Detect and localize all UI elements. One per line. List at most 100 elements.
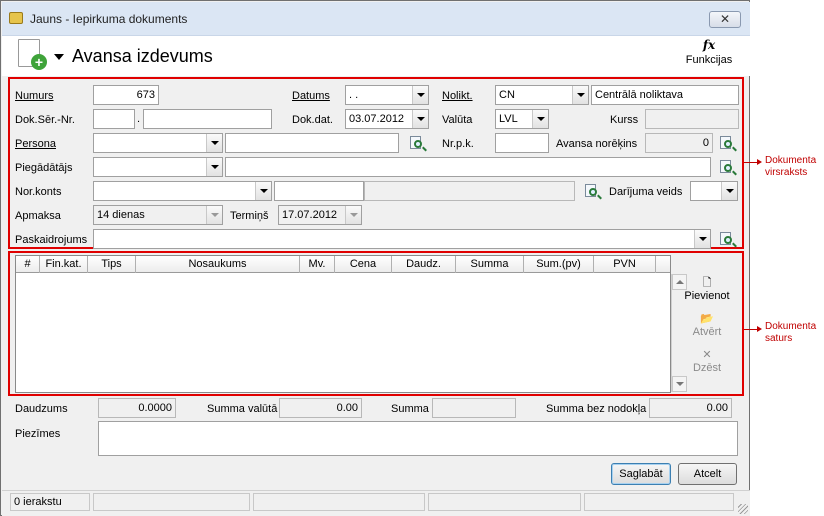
delete-x-icon: ✕ (702, 349, 712, 361)
numurs-field[interactable]: 673 (93, 85, 159, 105)
dok-number-field[interactable] (143, 109, 272, 129)
column-header[interactable]: Tips (88, 256, 136, 273)
piezimes-label: Piezīmes (15, 428, 61, 440)
termins-picker: 17.07.2012 (278, 205, 362, 225)
document-header: + Avansa izdevums fx Funkcijas (2, 36, 750, 76)
open-folder-icon: 📂 (700, 313, 714, 325)
datums-value: . . (349, 89, 359, 101)
dok-dat-picker[interactable]: 03.07.2012 (345, 109, 429, 129)
column-header[interactable]: Sum.(pv) (524, 256, 594, 273)
lookup-icon[interactable] (584, 183, 600, 199)
content-annotation-line: Dokumenta (765, 321, 817, 332)
kurss-field (645, 109, 739, 129)
numurs-label: Numurs (15, 90, 54, 102)
lookup-icon[interactable] (719, 135, 735, 151)
dok-separator: . (137, 113, 141, 125)
chevron-down-icon[interactable] (721, 182, 737, 200)
column-header[interactable]: Fin.kat. (40, 256, 88, 273)
valuta-select[interactable]: LVL (495, 109, 549, 129)
valuta-value: LVL (499, 113, 518, 125)
apmaksa-value: 14 dienas (97, 209, 145, 221)
dok-series-field[interactable] (93, 109, 135, 129)
chevron-down-icon[interactable] (412, 86, 428, 104)
chevron-down-icon[interactable] (412, 110, 428, 128)
scroll-down-icon[interactable] (672, 376, 687, 392)
status-bar: 0 ierakstu (2, 490, 750, 516)
cancel-button[interactable]: Atcelt (678, 463, 737, 485)
grid-header: # Fin.kat. Tips Nosaukums Mv. Cena Daudz… (16, 256, 670, 273)
kurss-label: Kurss (610, 114, 639, 126)
content-annotation: Dokumenta saturs (765, 321, 816, 345)
lookup-icon[interactable] (409, 135, 425, 151)
lookup-icon[interactable] (719, 159, 735, 175)
status-panel (428, 493, 581, 511)
persona-name-field[interactable] (225, 133, 399, 153)
avansa-norekins-field: 0 (645, 133, 713, 153)
column-header[interactable]: Nosaukums (136, 256, 300, 273)
chevron-down-icon[interactable] (206, 158, 222, 176)
chevron-down-icon[interactable] (54, 54, 64, 60)
termins-label: Termiņš (230, 210, 269, 222)
lookup-icon[interactable] (719, 231, 735, 247)
add-row-button[interactable]: 🗋 Pievienot (681, 276, 733, 302)
datums-label: Datums (292, 90, 330, 102)
persona-select[interactable] (93, 133, 223, 153)
items-grid[interactable]: # Fin.kat. Tips Nosaukums Mv. Cena Daudz… (15, 255, 687, 393)
piegadatajs-label: Piegādātājs (15, 162, 73, 174)
header-annotation: Dokumenta virsraksts (765, 155, 816, 179)
darijuma-veids-select[interactable] (690, 181, 738, 201)
noliktava-select[interactable]: CN (495, 85, 589, 105)
delete-row-label: Dzēst (692, 362, 722, 374)
apmaksa-select: 14 dienas (93, 205, 223, 225)
chevron-down-icon[interactable] (694, 230, 710, 248)
noliktava-name-field[interactable]: Centrālā noliktava (591, 85, 739, 105)
avansa-norekins-label: Avansa norēķins (556, 138, 638, 150)
annotation-arrow-icon (744, 326, 762, 332)
resize-grip-icon[interactable] (738, 504, 748, 514)
content-annotation-line: saturs (765, 333, 793, 344)
chevron-down-icon[interactable] (532, 110, 548, 128)
column-header[interactable]: Summa (456, 256, 524, 273)
piezimes-field[interactable] (98, 421, 738, 456)
chevron-down-icon[interactable] (206, 134, 222, 152)
status-panel (93, 493, 250, 511)
open-row-label: Atvērt (692, 326, 722, 338)
valuta-label: Valūta (442, 114, 473, 126)
column-header[interactable]: PVN (594, 256, 656, 273)
dok-ser-nr-label: Dok.Sēr.-Nr. (15, 114, 75, 126)
dok-dat-value: 03.07.2012 (349, 113, 405, 125)
column-header[interactable]: Daudz. (392, 256, 456, 273)
functions-button[interactable]: fx Funkcijas (685, 38, 733, 66)
piegadatajs-select[interactable] (93, 157, 223, 177)
new-document-icon[interactable]: + (18, 39, 47, 70)
persona-label: Persona (15, 138, 56, 150)
status-panel (584, 493, 734, 511)
datums-picker[interactable]: . . (345, 85, 429, 105)
nor-konts-bank-field (364, 181, 575, 201)
chevron-down-icon[interactable] (572, 86, 588, 104)
nr-pk-label: Nr.p.k. (442, 138, 474, 150)
column-header[interactable]: Mv. (300, 256, 335, 273)
nor-konts-account-field[interactable] (274, 181, 364, 201)
summa-valuta-field: 0.00 (279, 398, 362, 418)
close-button[interactable]: ✕ (709, 11, 741, 28)
delete-row-button[interactable]: ✕ Dzēst (681, 348, 733, 374)
nor-konts-select[interactable] (93, 181, 272, 201)
paskaidrojums-label: Paskaidrojums (15, 234, 88, 246)
nr-pk-field[interactable] (495, 133, 549, 153)
plus-icon: + (31, 54, 47, 70)
column-header[interactable]: Cena (335, 256, 392, 273)
open-row-button[interactable]: 📂 Atvērt (681, 312, 733, 338)
chevron-down-icon[interactable] (255, 182, 271, 200)
chevron-down-icon (345, 206, 361, 224)
save-button[interactable]: Saglabāt (611, 463, 671, 485)
record-count: 0 ierakstu (10, 493, 90, 511)
summa-bez-nodokla-label: Summa bez nodokļa (546, 403, 647, 415)
piegadatajs-name-field[interactable] (225, 157, 711, 177)
annotation-arrow-icon (744, 159, 762, 165)
page-title: Avansa izdevums (72, 46, 213, 66)
noliktava-label: Nolikt. (442, 90, 473, 102)
summa-valuta-label: Summa valūtā (207, 403, 278, 415)
column-header[interactable]: # (16, 256, 40, 273)
paskaidrojums-select[interactable] (93, 229, 711, 249)
